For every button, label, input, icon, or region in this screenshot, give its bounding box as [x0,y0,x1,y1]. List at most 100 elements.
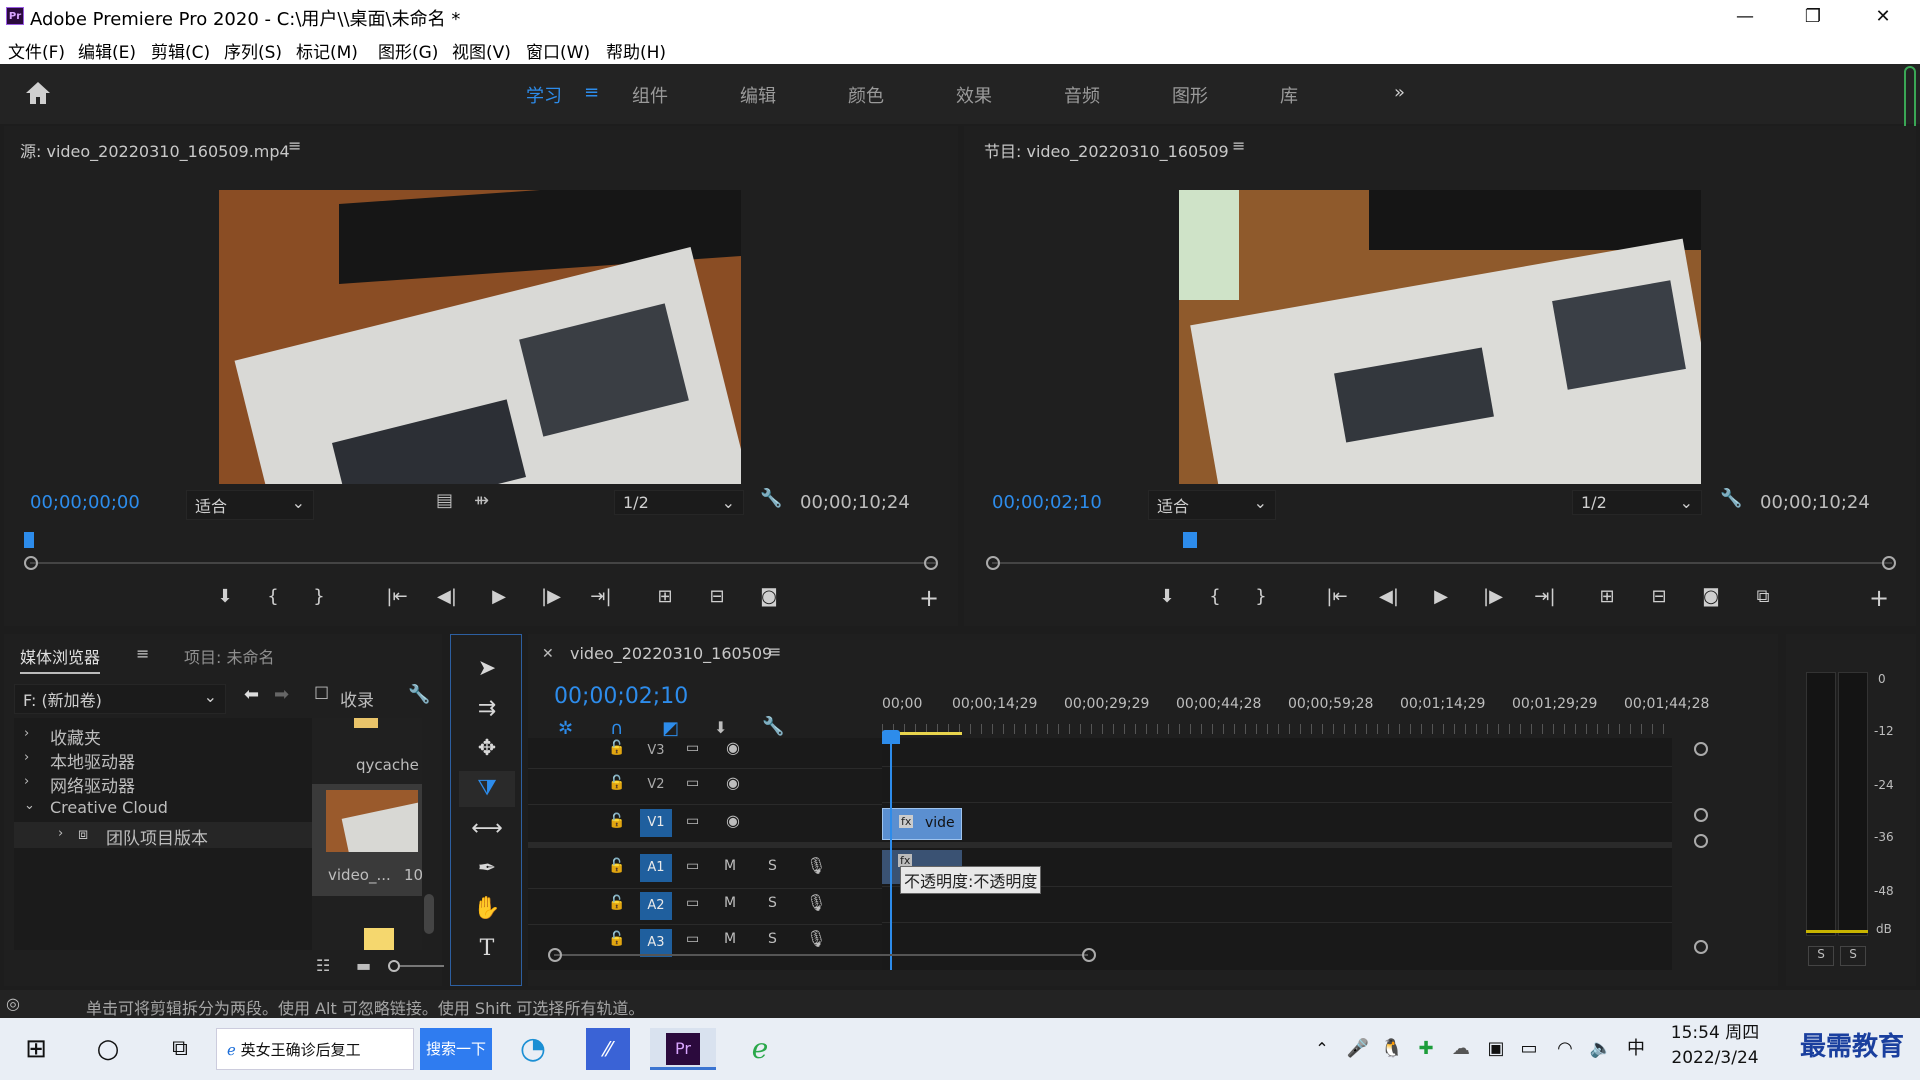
menu-help[interactable]: 帮助(H) [606,38,666,63]
scrollbar[interactable] [424,894,434,934]
lock-icon[interactable]: 🔓 [608,740,625,756]
menu-file[interactable]: 文件(F) [8,38,65,63]
program-scrubber[interactable] [992,562,1892,564]
selection-tool-icon[interactable]: ➤ [459,651,515,687]
lock-icon[interactable]: 🔓 [608,931,625,947]
track-label-a1[interactable]: A1 [640,854,672,882]
filmstrip-icon[interactable]: ▭ [686,931,699,947]
wrench-icon[interactable]: 🔧 [762,716,784,737]
razor-tool-icon[interactable]: ⧩ [459,771,515,807]
step-back-button[interactable]: ◀| [1376,586,1402,607]
checkbox-icon[interactable]: ☐ [314,684,329,704]
search-circle-icon[interactable]: ○ [86,1028,130,1070]
filmstrip-icon[interactable]: ▭ [686,775,699,791]
icon-view-icon[interactable]: ▬ [356,956,371,975]
chevron-right-icon[interactable]: › [24,750,29,765]
type-tool-icon[interactable]: T [459,931,515,967]
add-marker-button[interactable]: ⬇ [212,586,238,607]
display-icon[interactable]: ▣ [1484,1028,1508,1070]
microphone-icon[interactable]: 🎙 [806,893,826,912]
menu-view[interactable]: 视图(V) [452,38,511,63]
eye-icon[interactable]: ◉ [726,811,740,830]
step-forward-button[interactable]: |▶ [1480,586,1506,607]
mute-button[interactable]: M [724,931,736,947]
zoom-handle[interactable] [24,556,38,570]
camera-icon[interactable]: ◙ [1698,586,1724,607]
menu-graphics[interactable]: 图形(G) [378,38,438,63]
timeline-playhead[interactable] [882,730,900,744]
lock-icon[interactable]: 🔓 [608,775,625,791]
workspace-audio[interactable]: 音频 [1064,82,1100,108]
play-button[interactable]: ▶ [1428,586,1454,607]
scroll-handle[interactable] [1694,834,1708,848]
scroll-handle[interactable] [1694,940,1708,954]
clock-date[interactable]: 2022/3/24 [1660,1046,1770,1070]
source-playhead[interactable] [24,532,34,548]
workspace-effects[interactable]: 效果 [956,82,992,108]
battery-icon[interactable]: ▭ [1516,1028,1542,1070]
menu-clip[interactable]: 剪辑(C) [151,38,210,63]
wrench-icon[interactable]: 🔧 [408,684,430,705]
program-resolution-select[interactable]: 1/2 ⌄ [1572,490,1702,515]
list-item[interactable]: › ⧈ 团队项目版本 [14,822,312,849]
forward-arrow-icon[interactable]: ➡ [274,684,289,705]
close-button[interactable]: ✕ [1848,0,1918,34]
menu-sequence[interactable]: 序列(S) [224,38,282,63]
mute-button[interactable]: M [724,858,736,874]
solo-left-button[interactable]: S [1808,946,1834,966]
tree-item-network-drives[interactable]: 网络驱动器 [50,772,135,797]
marker-icon[interactable]: ⬇ [714,718,727,737]
add-marker-button[interactable]: ⬇ [1154,586,1180,607]
home-icon[interactable] [24,80,52,106]
close-icon[interactable]: ✕ [542,646,554,662]
drag-video-icon[interactable]: ⇻ [474,490,489,511]
source-scrubber[interactable] [30,562,936,564]
slip-tool-icon[interactable]: ⟷ [459,811,515,847]
add-button[interactable]: + [916,584,942,612]
file-item-video[interactable]: video_... 10 [312,784,423,896]
hand-tool-icon[interactable]: ✋ [459,891,515,927]
compare-view-button[interactable]: ⧉ [1750,586,1776,607]
wrench-icon[interactable]: 🔧 [760,488,782,509]
workspace-menu-icon[interactable]: ≡ [584,82,599,103]
sequence-tab[interactable]: video_20220310_160509 [570,644,772,663]
maximize-button[interactable]: ❐ [1778,0,1848,34]
scroll-handle[interactable] [1694,742,1708,756]
program-playhead[interactable] [1183,532,1197,548]
security-icon[interactable]: ✚ [1414,1028,1438,1070]
time-ruler[interactable]: 00;00 00;00;14;29 00;00;29;29 00;00;44;2… [882,682,1709,738]
lock-icon[interactable]: 🔓 [608,813,625,829]
search-button[interactable]: 搜索一下 [420,1028,492,1070]
microphone-icon[interactable]: 🎙 [806,856,826,875]
more-workspaces-icon[interactable]: » [1394,82,1405,103]
zoom-handle[interactable] [548,948,562,962]
linked-selection-icon[interactable]: ∩ [610,718,623,739]
zoom-handle[interactable] [924,556,938,570]
microphone-icon[interactable]: 🎤 [1346,1028,1370,1070]
add-marker-icon[interactable]: ◩ [662,718,679,739]
overwrite-button[interactable]: ⊟ [704,586,730,607]
premiere-taskbar-item[interactable]: Pr [650,1028,716,1070]
qq-icon[interactable]: 🐧 [1380,1028,1404,1070]
go-to-in-button[interactable]: |⇤ [1324,586,1350,607]
panel-menu-icon[interactable]: ≡ [136,644,149,663]
solo-button[interactable]: S [768,858,777,874]
workspace-assembly[interactable]: 组件 [632,82,668,108]
filmstrip-icon[interactable]: ▭ [686,895,699,911]
lift-button[interactable]: ⊞ [1594,586,1620,607]
track-area[interactable]: fx vide fx 不透明度:不透明度 [882,738,1672,970]
source-timecode[interactable]: 00;00;00;00 [30,492,140,513]
eye-icon[interactable]: ◉ [726,773,740,792]
zoom-slider[interactable] [400,965,444,967]
zoom-handle[interactable] [1882,556,1896,570]
go-to-out-button[interactable]: ⇥| [1532,586,1558,607]
timeline-timecode[interactable]: 00;00;02;10 [554,684,688,709]
insert-button[interactable]: ⊞ [652,586,678,607]
camera-icon[interactable]: ◙ [756,586,782,607]
menu-window[interactable]: 窗口(W) [526,38,590,63]
tree-item-creative-cloud[interactable]: Creative Cloud [50,798,168,817]
minimize-button[interactable]: — [1710,0,1780,34]
program-fit-select[interactable]: 适合 ⌄ [1148,490,1276,520]
go-to-out-button[interactable]: ⇥| [588,586,614,607]
wrench-icon[interactable]: 🔧 [1720,488,1742,509]
